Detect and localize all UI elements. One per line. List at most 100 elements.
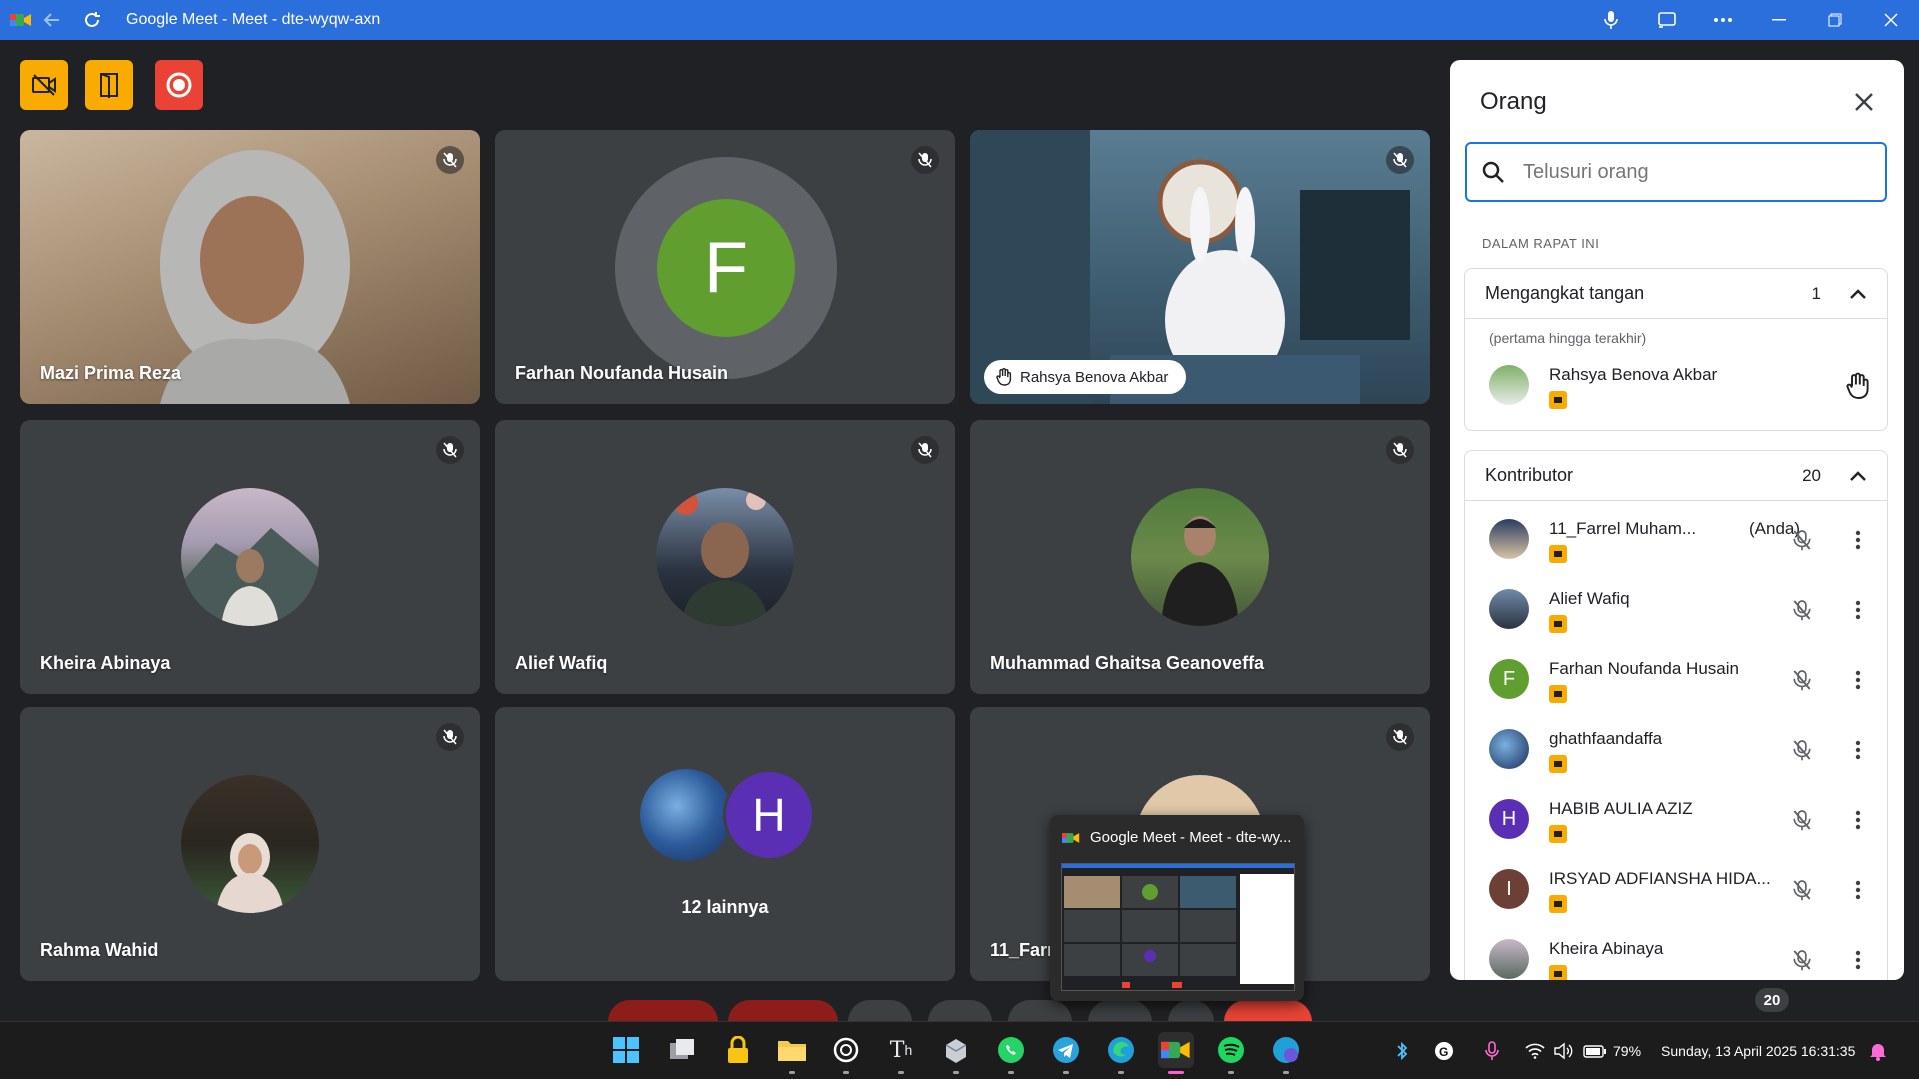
mic-tray-icon[interactable] xyxy=(1485,1041,1499,1061)
chevron-up-icon[interactable] xyxy=(1849,288,1867,300)
list-item[interactable]: F Farhan Noufanda Husain xyxy=(1465,647,1889,717)
contributors-header[interactable]: Kontributor 20 xyxy=(1465,451,1887,501)
muted-mic-icon[interactable] xyxy=(1787,945,1817,975)
reload-icon[interactable] xyxy=(72,0,112,40)
participant-tile[interactable]: F Farhan Noufanda Husain xyxy=(495,130,955,404)
list-item[interactable]: Alief Wafiq xyxy=(1465,577,1889,647)
clock-datetime[interactable]: Sunday, 13 April 2025 16:31:35 xyxy=(1661,1043,1855,1059)
participant-name: Rahma Wahid xyxy=(40,940,159,960)
record-host-control[interactable] xyxy=(155,60,203,110)
windows-taskbar: Th G 79% Sunday, 13 April 2025 16:31:35 xyxy=(0,1021,1919,1079)
mic-toggle-button[interactable] xyxy=(608,1000,718,1022)
whatsapp-icon[interactable] xyxy=(993,1032,1029,1074)
task-view-icon[interactable] xyxy=(664,1032,700,1068)
others-count-label: 12 lainnya xyxy=(681,897,769,917)
participant-tile[interactable]: Kheira Abinaya xyxy=(20,420,480,694)
emoji-button[interactable] xyxy=(928,1000,992,1022)
captions-button[interactable] xyxy=(848,1000,912,1022)
participant-tile[interactable]: Alief Wafiq xyxy=(495,420,955,694)
muted-mic-icon[interactable] xyxy=(1787,525,1817,555)
avatar xyxy=(1489,365,1529,405)
edge-profile-icon[interactable] xyxy=(1268,1032,1304,1074)
raised-hands-group: Mengangkat tangan 1 (pertama hingga tera… xyxy=(1464,268,1888,431)
svg-text:G: G xyxy=(1439,1045,1448,1059)
participant-tile[interactable]: Muhammad Ghaitsa Geanoveffa xyxy=(970,420,1430,694)
raise-hand-button[interactable] xyxy=(1088,1000,1152,1022)
telegram-icon[interactable] xyxy=(1048,1032,1084,1074)
leave-call-button[interactable] xyxy=(1224,1000,1312,1022)
list-item[interactable]: I IRSYAD ADFIANSHA HIDA... xyxy=(1465,857,1889,927)
file-explorer-icon[interactable] xyxy=(774,1032,810,1074)
raised-hands-header[interactable]: Mengangkat tangan 1 xyxy=(1465,269,1887,319)
close-icon[interactable] xyxy=(1863,0,1919,40)
more-vertical-icon[interactable] xyxy=(1843,595,1873,625)
person-name: HABIB AULIA AZIZ xyxy=(1549,799,1693,818)
muted-mic-icon[interactable] xyxy=(1787,875,1817,905)
meet-taskbar-icon[interactable] xyxy=(1158,1032,1194,1074)
meet-app-icon xyxy=(1062,833,1080,843)
search-field[interactable] xyxy=(1465,142,1887,202)
avatar xyxy=(1131,488,1269,626)
chevron-up-icon[interactable] xyxy=(1849,470,1867,482)
others-tile[interactable]: H 12 lainnya xyxy=(495,707,955,981)
more-vertical-icon[interactable] xyxy=(1843,875,1873,905)
list-item[interactable]: Kheira Abinaya xyxy=(1465,927,1889,980)
microphone-icon[interactable] xyxy=(1583,0,1639,40)
notification-bell-icon[interactable] xyxy=(1869,1041,1887,1061)
person-name: 11_Farrel Muham... xyxy=(1549,519,1697,538)
close-panel-button[interactable] xyxy=(1844,82,1884,122)
lock-app-icon[interactable] xyxy=(720,1032,756,1068)
more-vertical-icon[interactable] xyxy=(1843,945,1873,975)
camera-off-host-control[interactable] xyxy=(20,60,68,110)
grammarly-icon[interactable]: G xyxy=(1433,1040,1455,1062)
raised-hand-icon[interactable] xyxy=(1843,371,1873,401)
more-vertical-icon[interactable] xyxy=(1843,525,1873,555)
muted-mic-icon[interactable] xyxy=(1787,805,1817,835)
battery-icon[interactable] xyxy=(1583,1043,1607,1059)
exit-host-control[interactable] xyxy=(85,60,133,110)
participant-tile[interactable]: Mazi Prima Reza xyxy=(20,130,480,404)
back-arrow-icon[interactable] xyxy=(32,0,72,40)
edge-icon[interactable] xyxy=(1103,1032,1139,1074)
taskbar-preview[interactable]: Google Meet - Meet - dte-wy... xyxy=(1050,815,1304,1001)
muted-mic-icon xyxy=(911,146,939,174)
more-vertical-icon[interactable] xyxy=(1843,805,1873,835)
host-badge-icon xyxy=(1549,545,1567,563)
contributors-group: Kontributor 20 11_Farrel Muham... (Anda)… xyxy=(1464,450,1888,980)
browser-title-bar: Google Meet - Meet - dte-wyqw-axn xyxy=(0,0,1919,40)
restore-icon[interactable] xyxy=(1807,0,1863,40)
bluetooth-icon[interactable] xyxy=(1395,1041,1409,1061)
search-input[interactable] xyxy=(1523,160,1843,184)
muted-mic-icon[interactable] xyxy=(1787,665,1817,695)
more-horizontal-icon[interactable] xyxy=(1695,0,1751,40)
avatar: I xyxy=(1489,869,1529,909)
cast-icon[interactable] xyxy=(1639,0,1695,40)
list-item[interactable]: Rahsya Benova Akbar xyxy=(1465,353,1889,423)
muted-mic-icon[interactable] xyxy=(1787,595,1817,625)
minimize-icon[interactable] xyxy=(1751,0,1807,40)
chatgpt-icon[interactable] xyxy=(828,1032,864,1074)
typeface-app-icon[interactable]: Th xyxy=(883,1032,919,1074)
list-item[interactable]: H HABIB AULIA AZIZ xyxy=(1465,787,1889,857)
windows-start-icon[interactable] xyxy=(608,1032,644,1068)
group-count: 1 xyxy=(1811,283,1821,303)
participant-tile[interactable]: Rahma Wahid xyxy=(20,707,480,981)
participant-name: Alief Wafiq xyxy=(515,653,608,673)
window-title: Google Meet - Meet - dte-wyqw-axn xyxy=(126,11,381,28)
order-note: (pertama hingga terakhir) xyxy=(1489,330,1647,346)
bluestacks-icon[interactable] xyxy=(938,1032,974,1074)
list-item[interactable]: 11_Farrel Muham... (Anda) xyxy=(1465,507,1889,577)
volume-icon[interactable] xyxy=(1553,1042,1573,1060)
muted-mic-icon[interactable] xyxy=(1787,735,1817,765)
wifi-icon[interactable] xyxy=(1525,1043,1545,1059)
muted-mic-icon xyxy=(1386,723,1414,751)
more-vertical-icon[interactable] xyxy=(1843,735,1873,765)
spotify-icon[interactable] xyxy=(1213,1032,1249,1074)
muted-mic-icon xyxy=(436,723,464,751)
camera-toggle-button[interactable] xyxy=(728,1000,838,1022)
participant-tile[interactable]: Rahsya Benova Akbar xyxy=(970,130,1430,404)
list-item[interactable]: ghathfaandaffa xyxy=(1465,717,1889,787)
avatar xyxy=(1489,729,1529,769)
more-vertical-icon[interactable] xyxy=(1843,665,1873,695)
present-button[interactable] xyxy=(1008,1000,1072,1022)
